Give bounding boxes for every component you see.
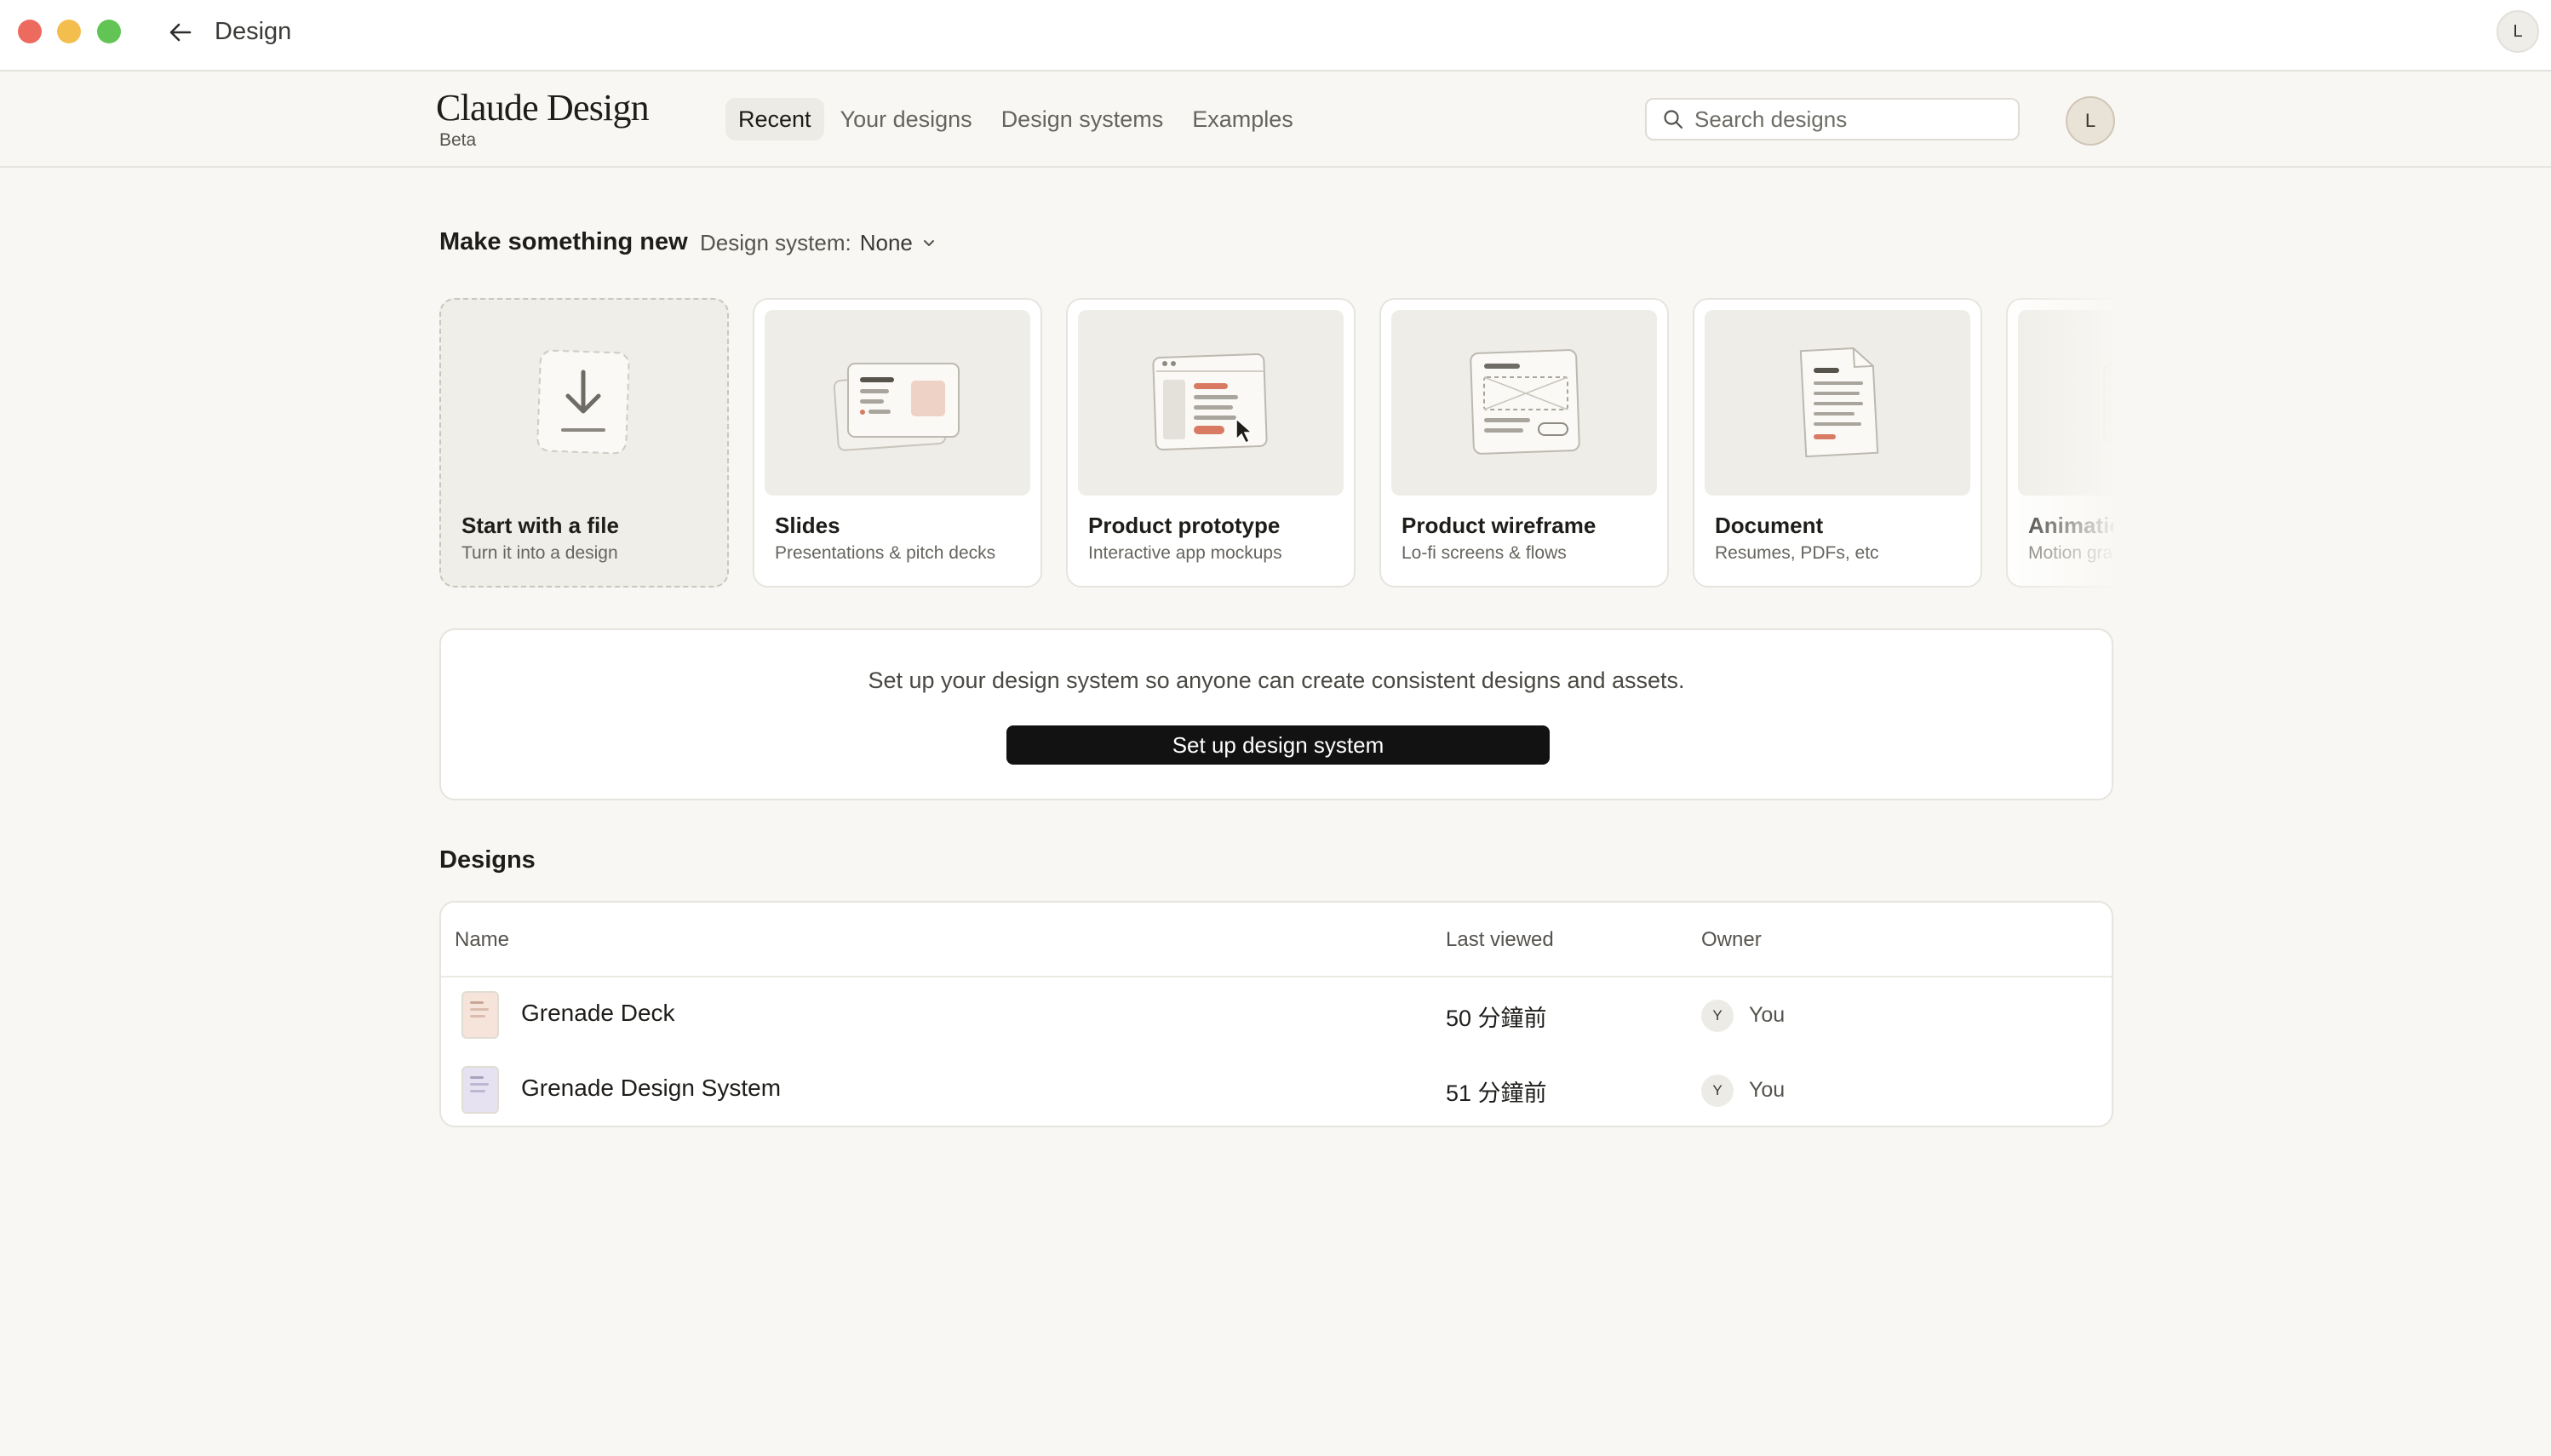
card-thumbnail xyxy=(1705,310,1970,496)
column-header-owner[interactable]: Owner xyxy=(1701,928,1762,952)
card-start-with-file[interactable]: Start with a file Turn it into a design xyxy=(439,298,729,588)
card-thumbnail xyxy=(1391,310,1657,496)
column-header-last-viewed[interactable]: Last viewed xyxy=(1446,928,1554,952)
window-account-avatar[interactable]: L xyxy=(2497,10,2539,53)
beta-badge: Beta xyxy=(439,130,477,150)
card-slides[interactable]: Slides Presentations & pitch decks xyxy=(753,298,1042,588)
tab-examples[interactable]: Examples xyxy=(1179,98,1306,140)
table-row[interactable]: Grenade Deck 50 分鐘前 Y You xyxy=(441,977,2112,1052)
chevron-down-icon xyxy=(921,235,937,250)
card-thumbnail xyxy=(1078,310,1344,496)
card-thumbnail xyxy=(451,310,717,496)
card-subtitle: Motion graphics xyxy=(2028,543,2113,563)
arrow-left-icon xyxy=(169,23,192,42)
card-title: Slides xyxy=(775,513,840,538)
last-viewed: 51 分鐘前 xyxy=(1446,1081,1547,1106)
zoom-window-button[interactable] xyxy=(97,20,121,43)
card-subtitle: Presentations & pitch decks xyxy=(775,543,996,563)
last-viewed: 50 分鐘前 xyxy=(1446,1006,1547,1031)
column-header-name[interactable]: Name xyxy=(455,928,509,952)
template-cards-row: Start with a file Turn it into a design … xyxy=(439,298,2113,588)
nav-tabs: Recent Your designs Design systems Examp… xyxy=(725,98,1310,140)
banner-message: Set up your design system so anyone can … xyxy=(868,668,1685,693)
set-up-design-system-button[interactable]: Set up design system xyxy=(1006,725,1550,765)
owner-avatar: Y xyxy=(1701,1000,1734,1032)
design-thumbnail xyxy=(461,1066,499,1114)
tab-design-systems[interactable]: Design systems xyxy=(989,98,1177,140)
designs-heading: Designs xyxy=(439,846,536,874)
minimize-window-button[interactable] xyxy=(57,20,81,43)
card-title: Start with a file xyxy=(461,513,619,538)
card-subtitle: Lo-fi screens & flows xyxy=(1402,543,1567,563)
user-avatar[interactable]: L xyxy=(2066,96,2115,146)
make-something-new-heading: Make something new xyxy=(439,228,688,255)
designs-table: Name Last viewed Owner Grenade Deck 50 分… xyxy=(439,901,2113,1127)
wireframe-icon xyxy=(1470,349,1580,455)
card-title: Product prototype xyxy=(1088,513,1281,538)
table-row[interactable]: Grenade Design System 51 分鐘前 Y You xyxy=(441,1052,2112,1126)
card-thumbnail xyxy=(2018,310,2113,496)
search-input[interactable] xyxy=(1694,106,2001,133)
brand-logo[interactable]: Claude Design xyxy=(436,86,650,129)
card-subtitle: Interactive app mockups xyxy=(1088,543,1282,563)
design-name: Grenade Deck xyxy=(521,1000,675,1026)
search-box[interactable] xyxy=(1645,98,2020,140)
document-icon xyxy=(1799,347,1879,458)
window-titlebar: Design L xyxy=(0,0,2551,72)
download-file-icon xyxy=(536,349,630,455)
design-system-banner: Set up your design system so anyone can … xyxy=(439,628,2113,800)
design-system-label: Design system: xyxy=(700,230,851,255)
design-system-dropdown[interactable]: Design system: None xyxy=(700,228,937,257)
window-title: Design xyxy=(215,18,292,45)
design-thumbnail xyxy=(461,991,499,1039)
card-document[interactable]: Document Resumes, PDFs, etc xyxy=(1693,298,1982,588)
animation-icon xyxy=(2103,364,2113,442)
tab-recent[interactable]: Recent xyxy=(725,98,824,140)
app-header: Claude Design Beta Recent Your designs D… xyxy=(0,72,2551,168)
card-product-prototype[interactable]: Product prototype Interactive app mockup… xyxy=(1066,298,1356,588)
card-thumbnail xyxy=(765,310,1030,496)
prototype-icon xyxy=(1152,353,1268,450)
search-icon xyxy=(1662,108,1684,130)
card-title: Document xyxy=(1715,513,1824,538)
design-system-value: None xyxy=(859,230,913,255)
owner-avatar: Y xyxy=(1701,1075,1734,1107)
design-name: Grenade Design System xyxy=(521,1075,782,1101)
card-product-wireframe[interactable]: Product wireframe Lo-fi screens & flows xyxy=(1379,298,1669,588)
tab-your-designs[interactable]: Your designs xyxy=(828,98,985,140)
back-button[interactable] xyxy=(163,15,198,49)
card-title: Animation xyxy=(2028,513,2113,538)
card-title: Product wireframe xyxy=(1402,513,1597,538)
card-subtitle: Turn it into a design xyxy=(461,543,618,563)
close-window-button[interactable] xyxy=(18,20,42,43)
owner-name: You xyxy=(1749,1078,1786,1102)
card-subtitle: Resumes, PDFs, etc xyxy=(1715,543,1879,563)
card-animation[interactable]: Animation Motion graphics xyxy=(2006,298,2113,588)
slides-icon xyxy=(833,363,960,451)
owner-name: You xyxy=(1749,1003,1786,1027)
